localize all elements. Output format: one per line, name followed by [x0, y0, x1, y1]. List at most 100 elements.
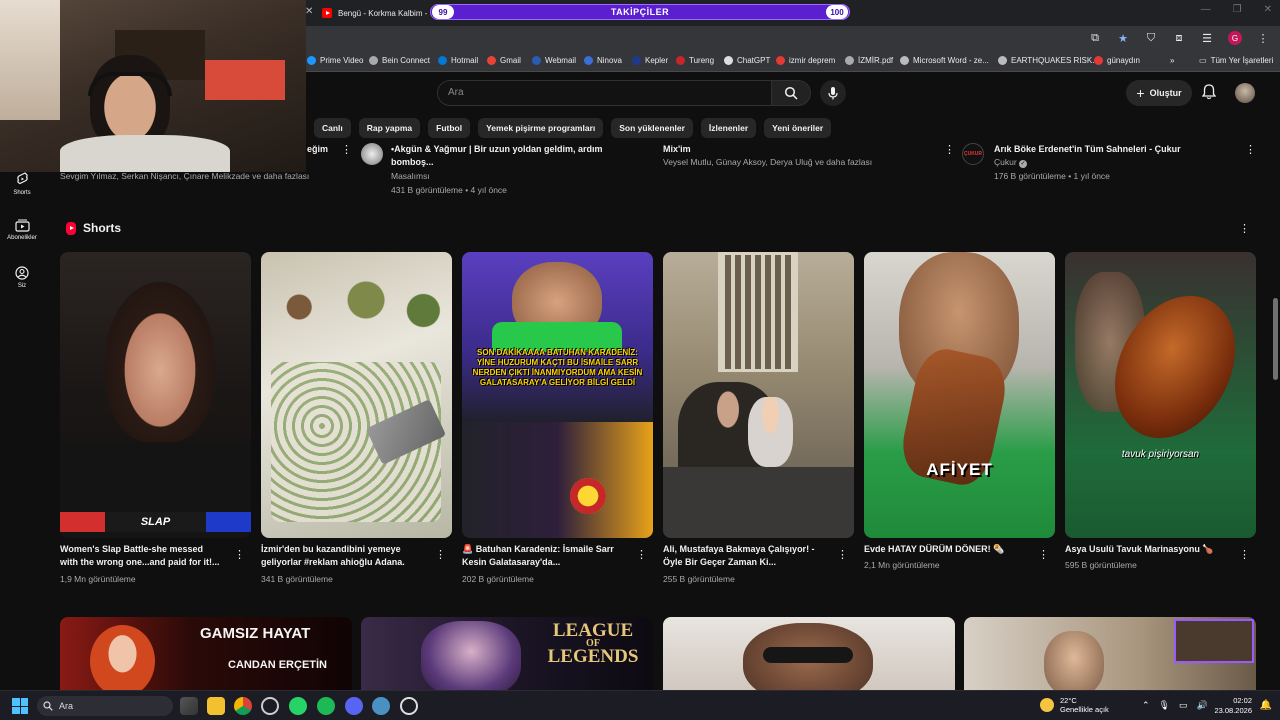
bookmark-item[interactable]: Gmail: [487, 56, 521, 65]
more-options-icon[interactable]: ⋮: [1038, 548, 1049, 561]
weather-widget[interactable]: 22°C Genellikle açık: [1040, 696, 1109, 714]
account-avatar[interactable]: [1235, 83, 1255, 103]
channel-name[interactable]: Çukur ✓: [994, 157, 1028, 168]
video-title[interactable]: •Akgün & Yağmur | Bir uzun yoldan geldim…: [391, 143, 603, 155]
chip[interactable]: Yemek pişirme programları: [478, 118, 604, 138]
chip[interactable]: Rap yapma: [358, 118, 421, 138]
video-title[interactable]: eğim: [307, 143, 328, 155]
maximize-icon[interactable]: ❐: [1233, 4, 1242, 15]
browser-tab[interactable]: Bengü - Korkma Kalbim -: [322, 3, 432, 23]
bookmark-item[interactable]: Microsoft Word - ze...: [900, 56, 989, 65]
bookmark-item[interactable]: Kepler: [632, 56, 668, 65]
discord-icon[interactable]: [345, 697, 363, 715]
page-scrollbar[interactable]: [1273, 298, 1278, 380]
minimize-icon[interactable]: —: [1201, 4, 1211, 15]
extensions-icon[interactable]: ⧈: [1172, 31, 1186, 45]
all-bookmarks[interactable]: ▭ Tüm Yer İşaretleri: [1199, 56, 1273, 65]
short-title[interactable]: Women's Slap Battle-she messed with the w…: [60, 543, 230, 569]
shield-icon[interactable]: ⛉: [1144, 31, 1158, 45]
outlook-icon: [438, 56, 447, 65]
close-tab-icon[interactable]: ✕: [305, 6, 313, 17]
menu-icon[interactable]: ⋮: [1256, 31, 1270, 45]
bookmark-item[interactable]: İZMİR.pdf: [845, 56, 893, 65]
voice-search-button[interactable]: [820, 80, 846, 106]
steam-icon[interactable]: [372, 697, 390, 715]
chip[interactable]: Son yüklenenler: [611, 118, 693, 138]
more-options-icon[interactable]: ⋮: [341, 143, 352, 156]
short-thumbnail[interactable]: SLAP: [60, 252, 251, 538]
short-title[interactable]: Asya Usulü Tavuk Marinasyonu 🍗: [1065, 543, 1235, 556]
short-title[interactable]: Evde HATAY DÜRÜM DÖNER! 🌯: [864, 543, 1034, 556]
short-title[interactable]: Ali, Mustafaya Bakmaya Çalışıyor! - Öyle …: [663, 543, 833, 569]
weather-moon-icon: [1040, 698, 1054, 712]
task-view-icon[interactable]: [180, 697, 198, 715]
clock-app-icon[interactable]: [261, 697, 279, 715]
bookmark-item[interactable]: Prime Video: [307, 56, 363, 65]
shelf-more-options-icon[interactable]: ⋮: [1239, 222, 1250, 235]
short-thumbnail[interactable]: SON DAKİKAAAA BATUHAN KARADENİZ: YİNE HU…: [462, 252, 653, 538]
sidebar-item-you[interactable]: Siz: [0, 266, 44, 289]
bookmark-item[interactable]: günaydın: [1094, 56, 1140, 65]
short-thumbnail[interactable]: [663, 252, 854, 538]
video-title[interactable]: Mix'im: [663, 143, 691, 155]
profile-avatar[interactable]: G: [1228, 31, 1242, 45]
video-title-line2[interactable]: bomboş...: [391, 156, 434, 168]
video-title[interactable]: Arık Böke Erdenet'in Tüm Sahneleri - Çuk…: [994, 143, 1181, 155]
more-options-icon[interactable]: ⋮: [1239, 548, 1250, 561]
bookmark-star-icon[interactable]: ★: [1116, 31, 1130, 45]
short-title[interactable]: 🚨 Batuhan Karadeniz: İsmaile Sarr Kesin G…: [462, 543, 632, 569]
short-thumbnail[interactable]: [261, 252, 452, 538]
bookmark-item[interactable]: izmir deprem: [776, 56, 835, 65]
bookmark-item[interactable]: Tureng: [676, 56, 714, 65]
short-thumbnail[interactable]: AFİYET: [864, 252, 1055, 538]
chrome-icon[interactable]: [234, 697, 252, 715]
file-explorer-icon[interactable]: [207, 697, 225, 715]
search-input[interactable]: Ara: [437, 80, 772, 106]
bookmark-item[interactable]: Hotmail: [438, 56, 478, 65]
volume-icon[interactable]: 🔊: [1197, 700, 1208, 711]
more-options-icon[interactable]: ⋮: [636, 548, 647, 561]
short-thumbnail[interactable]: tavuk pişiriyorsan: [1065, 252, 1256, 538]
bookmark-item[interactable]: EARTHQUAKES RISK...: [998, 56, 1099, 65]
search-button[interactable]: [771, 80, 811, 106]
obs-icon[interactable]: [400, 697, 418, 715]
more-options-icon[interactable]: ⋮: [944, 143, 955, 156]
bookmark-item[interactable]: Webmail: [532, 56, 576, 65]
chip[interactable]: Yeni öneriler: [764, 118, 832, 138]
more-options-icon[interactable]: ⋮: [1245, 143, 1256, 156]
channel-avatar[interactable]: ÇUKUR: [962, 143, 984, 165]
more-options-icon[interactable]: ⋮: [234, 548, 245, 561]
whatsapp-icon[interactable]: [289, 697, 307, 715]
taskbar-search[interactable]: Ara: [37, 696, 173, 716]
cast-icon[interactable]: ⧉: [1088, 31, 1102, 45]
video-thumbnail[interactable]: [964, 617, 1256, 697]
tab-search-icon[interactable]: ☰: [1200, 31, 1214, 45]
display-icon[interactable]: ▭: [1179, 700, 1188, 711]
notification-icon[interactable]: 🔔: [1260, 700, 1272, 711]
bookmark-item[interactable]: Ninova: [584, 56, 622, 65]
more-options-icon[interactable]: ⋮: [837, 548, 848, 561]
more-options-icon[interactable]: ⋮: [435, 548, 446, 561]
windows-start-icon[interactable]: [12, 698, 28, 714]
microphone-icon[interactable]: 🎙: [1159, 700, 1170, 711]
video-thumbnail[interactable]: LEAGUE OF LEGENDS: [361, 617, 653, 697]
video-thumbnail[interactable]: [663, 617, 955, 697]
chip[interactable]: İzlenenler: [700, 118, 757, 138]
short-title[interactable]: İzmir'den bu kazandibini yemeye geliyorla…: [261, 543, 431, 569]
create-button[interactable]: + Oluştur: [1126, 80, 1192, 106]
chip[interactable]: Futbol: [428, 118, 471, 138]
bookmark-item[interactable]: Bein Connect: [369, 56, 430, 65]
chip[interactable]: Canlı: [314, 118, 351, 138]
clock[interactable]: 02:02 23.08.2026: [1214, 696, 1252, 716]
bookmark-item[interactable]: ChatGPT: [724, 56, 770, 65]
channel-name[interactable]: Masalımsı: [391, 171, 430, 181]
close-window-icon[interactable]: ✕: [1264, 4, 1272, 15]
chevron-up-icon[interactable]: ⌃: [1142, 700, 1150, 711]
sidebar-item-subscriptions[interactable]: Abonelikler: [0, 219, 44, 241]
channel-avatar[interactable]: [361, 143, 383, 165]
notifications-bell-icon[interactable]: [1202, 84, 1216, 100]
spotify-icon[interactable]: [317, 697, 335, 715]
sidebar-item-shorts[interactable]: Shorts: [0, 172, 44, 196]
video-thumbnail[interactable]: GAMSIZ HAYAT CANDAN ERÇETİN: [60, 617, 352, 697]
bookmarks-overflow-icon[interactable]: »: [1170, 56, 1174, 65]
